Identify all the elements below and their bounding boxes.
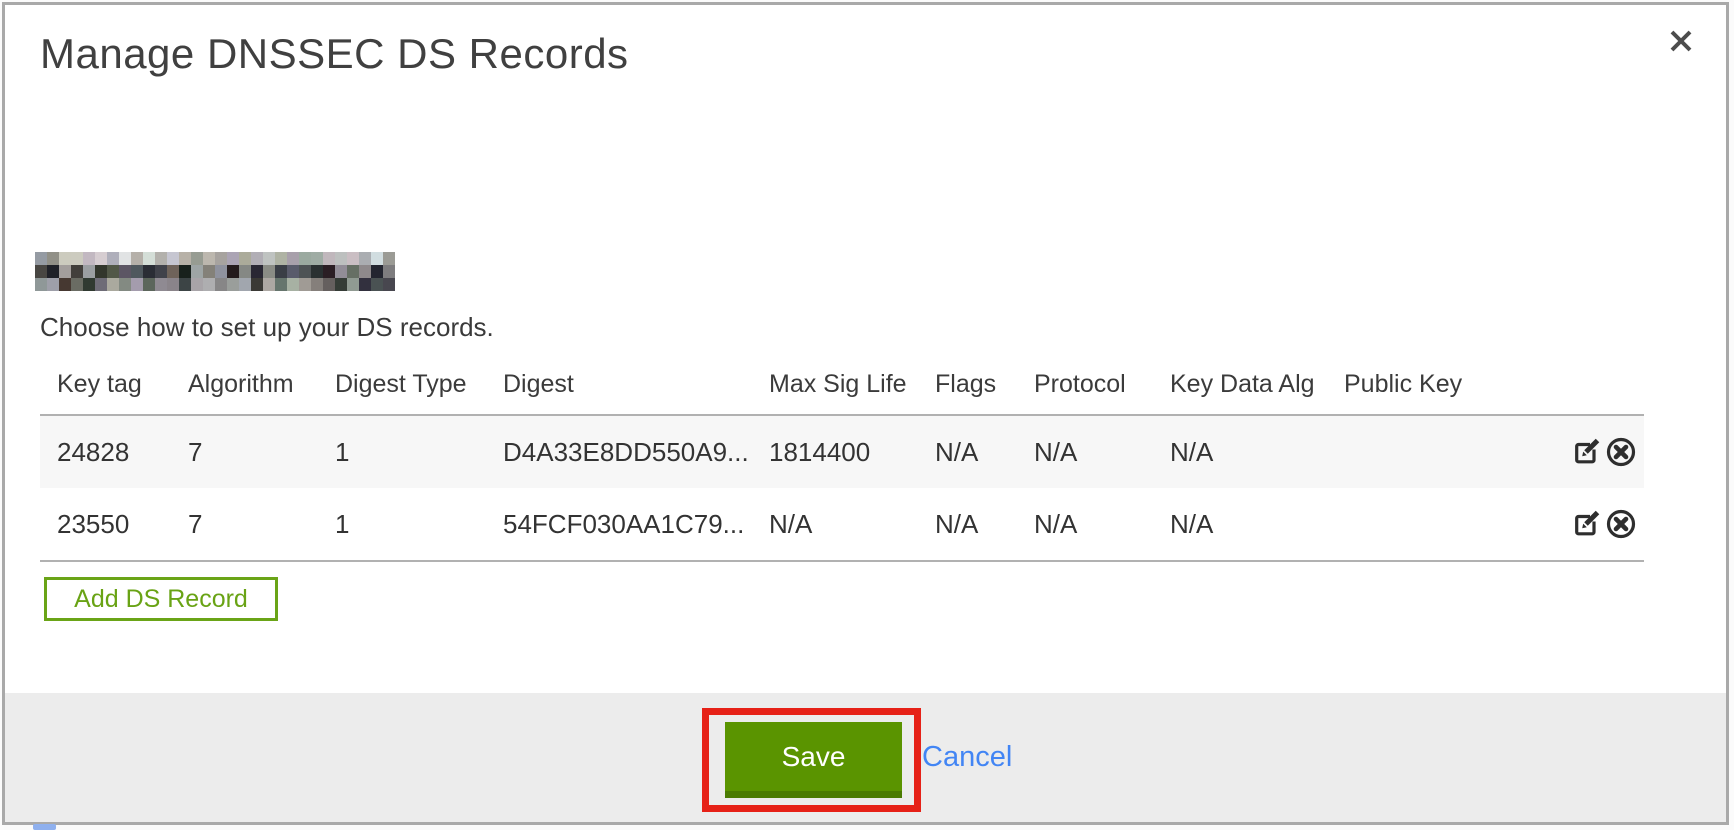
- table-header: Key tag Algorithm Digest Type Digest Max…: [40, 370, 1644, 399]
- page-title: Manage DNSSEC DS Records: [40, 30, 629, 78]
- edit-icon[interactable]: [1569, 507, 1603, 541]
- redacted-domain: [35, 252, 395, 291]
- row-actions: [1558, 435, 1644, 469]
- manage-dnssec-dialog: Manage DNSSEC DS Records Choose how to s…: [0, 0, 1734, 830]
- annotation-highlight-box: Save: [702, 708, 921, 812]
- background-page-strip: [4, 825, 1730, 830]
- cell-protocol: N/A: [1034, 509, 1170, 540]
- cell-max-sig-life: N/A: [769, 509, 935, 540]
- table-body: 24828 7 1 D4A33E8DD550A9... 1814400 N/A …: [40, 414, 1644, 562]
- cell-flags: N/A: [935, 437, 1034, 468]
- cell-algorithm: 7: [188, 437, 335, 468]
- column-header-digest-type: Digest Type: [335, 370, 503, 399]
- cell-key-data-alg: N/A: [1170, 509, 1344, 540]
- cell-max-sig-life: 1814400: [769, 437, 935, 468]
- cell-key-tag: 23550: [57, 509, 188, 540]
- cell-algorithm: 7: [188, 509, 335, 540]
- column-header-flags: Flags: [935, 370, 1034, 399]
- cell-digest: 54FCF030AA1C79...: [503, 509, 769, 540]
- edit-icon[interactable]: [1569, 435, 1603, 469]
- column-header-key-data-alg: Key Data Alg: [1170, 370, 1344, 399]
- cell-protocol: N/A: [1034, 437, 1170, 468]
- cancel-link[interactable]: Cancel: [922, 741, 1012, 774]
- column-header-public-key: Public Key: [1344, 370, 1558, 399]
- close-icon[interactable]: [1666, 26, 1696, 56]
- save-button[interactable]: Save: [725, 722, 902, 798]
- cell-digest-type: 1: [335, 437, 503, 468]
- instruction-text: Choose how to set up your DS records.: [40, 312, 494, 343]
- cell-key-tag: 24828: [57, 437, 188, 468]
- row-actions: [1558, 507, 1644, 541]
- cell-key-data-alg: N/A: [1170, 437, 1344, 468]
- footer-bar: Save Cancel: [5, 693, 1726, 822]
- column-header-key-tag: Key tag: [57, 370, 188, 399]
- delete-circle-icon[interactable]: [1604, 507, 1638, 541]
- background-artifact: [33, 824, 56, 830]
- column-header-actions: [1558, 370, 1644, 399]
- column-header-algorithm: Algorithm: [188, 370, 335, 399]
- table-row: 24828 7 1 D4A33E8DD550A9... 1814400 N/A …: [40, 416, 1644, 488]
- close-x-glyph: [1666, 26, 1696, 56]
- column-header-protocol: Protocol: [1034, 370, 1170, 399]
- add-ds-record-button[interactable]: Add DS Record: [44, 577, 278, 621]
- column-header-digest: Digest: [503, 370, 769, 399]
- delete-circle-icon[interactable]: [1604, 435, 1638, 469]
- cell-digest: D4A33E8DD550A9...: [503, 437, 769, 468]
- cell-flags: N/A: [935, 509, 1034, 540]
- cell-digest-type: 1: [335, 509, 503, 540]
- table-row: 23550 7 1 54FCF030AA1C79... N/A N/A N/A …: [40, 488, 1644, 560]
- column-header-max-sig-life: Max Sig Life: [769, 370, 935, 399]
